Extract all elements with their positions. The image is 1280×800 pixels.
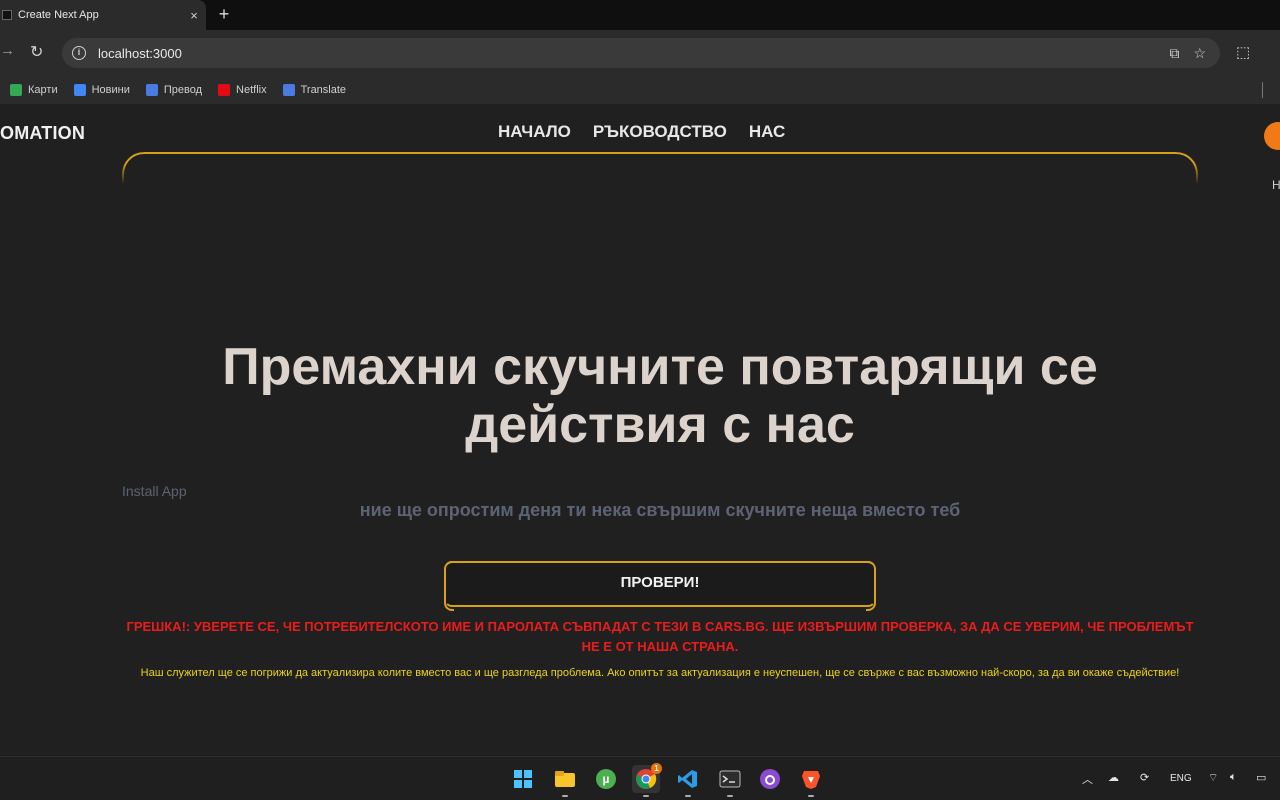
- running-indicator: [562, 795, 568, 797]
- nav-link-home[interactable]: НАЧАЛО: [498, 122, 571, 142]
- running-indicator: [685, 795, 691, 797]
- vscode-icon[interactable]: [674, 765, 702, 797]
- info-message: Наш служител ще се погрижи да актуализир…: [140, 667, 1180, 679]
- install-app-link[interactable]: Install App: [122, 483, 187, 499]
- hero-frame-border: [122, 152, 1198, 192]
- onedrive-icon[interactable]: ☁: [1108, 771, 1119, 784]
- running-indicator: [808, 795, 814, 797]
- site-info-icon[interactable]: i: [72, 46, 86, 60]
- notification-badge: 1: [651, 763, 662, 774]
- hero-headline: Премахни скучните повтарящи се действия …: [222, 338, 1098, 454]
- browser-tab[interactable]: Create Next App ×: [0, 0, 206, 30]
- bookmark-label: Превод: [163, 84, 203, 96]
- language-indicator[interactable]: ENG: [1170, 773, 1192, 784]
- user-avatar[interactable]: [1264, 122, 1280, 150]
- bookmark-label: Netflix: [236, 84, 267, 96]
- bookmark-label: Translate: [300, 84, 347, 96]
- bookmark-item[interactable]: Карти: [10, 84, 58, 96]
- bookmark-item[interactable]: Новини: [73, 84, 130, 96]
- close-tab-icon[interactable]: ×: [182, 8, 206, 23]
- bookmark-item[interactable]: Netflix: [218, 84, 267, 96]
- extensions-icon[interactable]: ⬚: [1236, 43, 1250, 61]
- windows-taskbar: µ 1 ︿ ☁ ⟳ ENG ⌔ 🔈︎ ▭: [0, 756, 1280, 800]
- main-nav: НАЧАЛО РЪКОВОДСТВО НАС: [498, 122, 785, 142]
- news-icon: [73, 84, 86, 96]
- tab-strip: Create Next App × +: [0, 0, 1280, 30]
- nav-link-about[interactable]: НАС: [749, 122, 785, 142]
- page-content: OMATION НАЧАЛО РЪКОВОДСТВО НАС H Премахн…: [0, 104, 1280, 756]
- address-bar[interactable]: i localhost:3000 ⧉ ☆: [62, 38, 1220, 68]
- back-arrow-icon[interactable]: →: [0, 42, 15, 59]
- bookmarks-bar: Карти Новини Превод Netflix Translate: [0, 76, 1280, 104]
- nav-link-guide[interactable]: РЪКОВОДСТВО: [593, 122, 727, 142]
- translate-icon: [282, 84, 295, 96]
- side-label: H: [1272, 178, 1280, 192]
- check-button[interactable]: ПРОВЕРИ!: [444, 561, 876, 611]
- url-text[interactable]: localhost:3000: [98, 46, 1169, 61]
- brave-icon[interactable]: [797, 765, 825, 797]
- wifi-icon[interactable]: ⌔: [1208, 771, 1218, 785]
- bookmark-label: Карти: [28, 84, 58, 96]
- github-desktop-icon[interactable]: [756, 765, 784, 793]
- show-hidden-icons-icon[interactable]: ︿: [1082, 771, 1093, 787]
- utorrent-icon[interactable]: µ: [592, 765, 620, 793]
- translate-icon: [145, 84, 158, 96]
- bookmark-star-icon[interactable]: ☆: [1193, 45, 1206, 62]
- battery-icon[interactable]: ▭: [1256, 771, 1266, 784]
- volume-icon[interactable]: 🔈︎: [1230, 771, 1237, 784]
- bookmark-label: Новини: [91, 84, 130, 96]
- open-in-window-icon[interactable]: ⧉: [1169, 45, 1179, 62]
- svg-text:µ: µ: [603, 772, 610, 786]
- update-icon[interactable]: ⟳: [1140, 771, 1149, 784]
- error-message: ГРЕШКА!: УВЕРЕТЕ СЕ, ЧЕ ПОТРЕБИТЕЛСКОТО …: [126, 619, 1194, 654]
- chrome-icon[interactable]: 1: [632, 763, 662, 797]
- terminal-icon[interactable]: [716, 765, 744, 797]
- running-indicator: [643, 795, 649, 797]
- tab-title: Create Next App: [18, 9, 99, 21]
- windows-start-icon[interactable]: [509, 765, 537, 793]
- bookmark-item[interactable]: Превод: [145, 84, 203, 96]
- reload-icon[interactable]: ↻: [30, 42, 43, 62]
- netflix-icon: [218, 84, 231, 96]
- bookmarks-divider: [1262, 82, 1263, 98]
- browser-toolbar: → ↻ i localhost:3000 ⧉ ☆ ⬚: [0, 30, 1280, 76]
- bookmark-item[interactable]: Translate: [282, 84, 347, 96]
- site-brand[interactable]: OMATION: [0, 123, 85, 144]
- running-indicator: [727, 795, 733, 797]
- maps-icon: [10, 84, 22, 96]
- file-explorer-icon[interactable]: [551, 765, 579, 797]
- hero-subheadline: ние ще опростим деня ти нека свършим ску…: [359, 500, 961, 520]
- nextjs-favicon-icon: [2, 10, 12, 20]
- new-tab-button[interactable]: +: [214, 4, 234, 24]
